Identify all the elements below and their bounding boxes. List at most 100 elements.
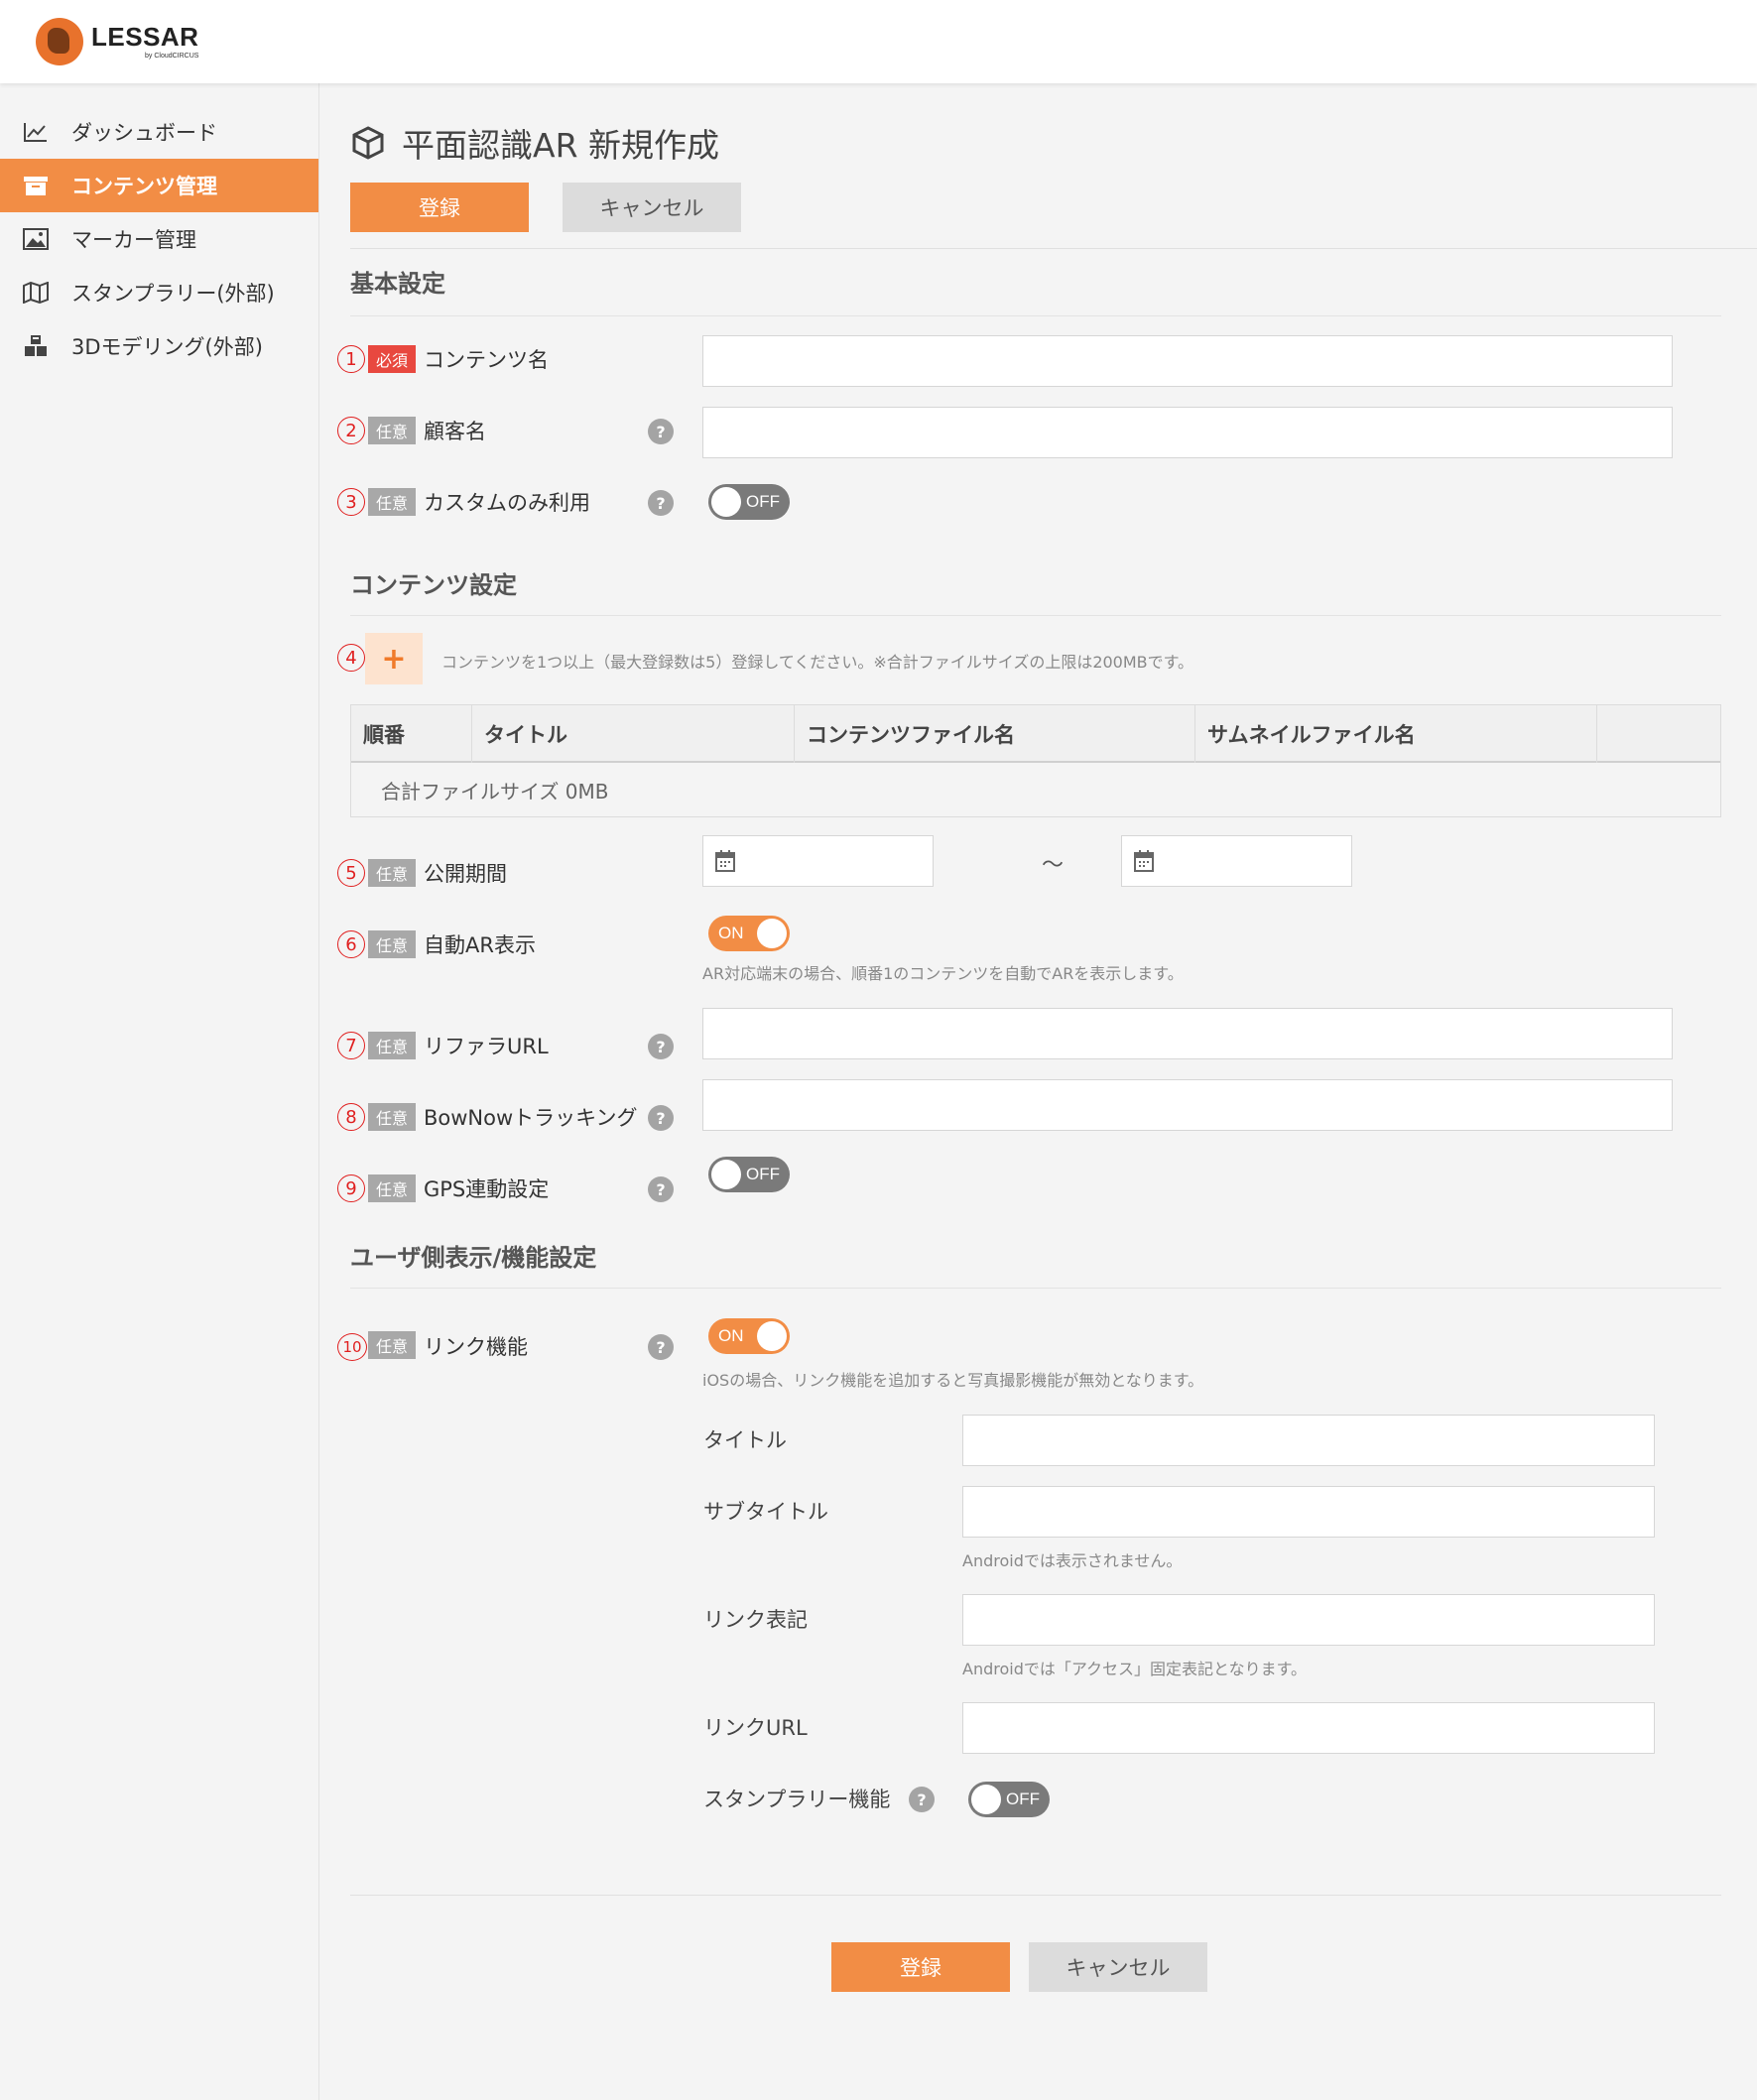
total-file-size: 合計ファイルサイズ 0MB — [381, 779, 609, 803]
archive-box-icon — [20, 172, 52, 199]
help-icon[interactable]: ? — [909, 1787, 935, 1812]
sidebar-item-label: 3Dモデリング(外部) — [71, 335, 263, 359]
custom-only-toggle[interactable]: OFF — [708, 484, 790, 520]
row-number-6: 6 — [337, 930, 365, 958]
sidebar-item-label: コンテンツ管理 — [71, 175, 217, 198]
publish-start-date-input[interactable] — [702, 835, 934, 887]
link-function-toggle[interactable]: ON — [708, 1318, 790, 1354]
auto-ar-label: 自動AR表示 — [424, 933, 536, 957]
cube-icon — [350, 125, 386, 161]
content-name-label: コンテンツ名 — [424, 348, 549, 372]
column-header-order: 順番 — [351, 705, 472, 763]
stamp-rally-toggle[interactable]: OFF — [968, 1782, 1050, 1817]
column-header-actions — [1597, 705, 1720, 763]
link-title-input[interactable] — [962, 1415, 1655, 1466]
brand-sub: by CloudCIRCUS — [145, 53, 199, 60]
app-header: LESSAR by CloudCIRCUS — [0, 0, 1757, 83]
toggle-state: OFF — [746, 492, 780, 511]
row-number-2: 2 — [337, 417, 365, 444]
lessar-logo[interactable]: LESSAR by CloudCIRCUS — [36, 18, 198, 65]
row-number-3: 3 — [337, 488, 365, 516]
bownow-tracking-input[interactable] — [702, 1079, 1673, 1131]
sidebar-item-dashboard[interactable]: ダッシュボード — [0, 105, 318, 159]
sidebar-item-label: マーカー管理 — [71, 228, 196, 252]
section-user-title: ユーザ側表示/機能設定 — [350, 1244, 597, 1272]
section-content-title: コンテンツ設定 — [350, 571, 517, 599]
link-url-input[interactable] — [962, 1702, 1655, 1754]
content-name-input[interactable] — [702, 335, 1673, 387]
gps-label: GPS連動設定 — [424, 1177, 550, 1201]
optional-tag: 任意 — [368, 859, 416, 887]
link-text-input[interactable] — [962, 1594, 1655, 1646]
add-content-hint: コンテンツを1つ以上（最大登録数は5）登録してください。※合計ファイルサイズの上… — [441, 653, 1194, 672]
optional-tag: 任意 — [368, 488, 416, 516]
calendar-icon — [1134, 850, 1154, 872]
divider — [350, 315, 1721, 316]
cancel-button-bottom[interactable]: キャンセル — [1029, 1942, 1207, 1992]
toggle-state: OFF — [1006, 1790, 1040, 1808]
help-icon[interactable]: ? — [648, 1105, 674, 1131]
divider — [350, 248, 1757, 249]
optional-tag: 任意 — [368, 417, 416, 444]
cubes-icon — [20, 332, 52, 360]
link-text-hint: Androidでは「アクセス」固定表記となります。 — [962, 1660, 1307, 1678]
sidebar-item-3d-modeling[interactable]: 3Dモデリング(外部) — [0, 319, 318, 373]
auto-ar-toggle[interactable]: ON — [708, 916, 790, 951]
optional-tag: 任意 — [368, 1331, 416, 1359]
divider — [350, 615, 1721, 616]
main-content: 平面認識AR 新規作成 登録 キャンセル 基本設定 1 必須 コンテンツ名 2 … — [320, 83, 1757, 2100]
bownow-label: BowNowトラッキング — [424, 1106, 638, 1130]
row-number-1: 1 — [337, 345, 365, 373]
customer-name-input[interactable] — [702, 407, 1673, 458]
help-icon[interactable]: ? — [648, 419, 674, 444]
add-content-button[interactable]: + — [365, 633, 423, 684]
row-number-7: 7 — [337, 1032, 365, 1059]
divider — [350, 1895, 1721, 1896]
referrer-url-label: リファラURL — [424, 1035, 549, 1058]
optional-tag: 任意 — [368, 1174, 416, 1202]
sidebar: ダッシュボード コンテンツ管理 マーカー管理 スタンプラリー(外部) 3Dモデリ… — [0, 83, 319, 2100]
register-button-top[interactable]: 登録 — [350, 183, 529, 232]
cancel-button-top[interactable]: キャンセル — [563, 183, 741, 232]
register-button-bottom[interactable]: 登録 — [831, 1942, 1010, 1992]
calendar-icon — [715, 850, 735, 872]
link-text-label: リンク表記 — [703, 1608, 808, 1632]
toggle-state: ON — [718, 924, 744, 942]
link-function-label: リンク機能 — [424, 1335, 528, 1359]
map-icon — [20, 279, 52, 307]
row-number-10: 10 — [337, 1333, 367, 1361]
custom-only-label: カスタムのみ利用 — [424, 491, 590, 515]
row-number-8: 8 — [337, 1103, 365, 1131]
help-icon[interactable]: ? — [648, 490, 674, 516]
referrer-url-input[interactable] — [702, 1008, 1673, 1059]
toggle-state: ON — [718, 1326, 744, 1345]
link-subtitle-input[interactable] — [962, 1486, 1655, 1538]
row-number-5: 5 — [337, 859, 365, 887]
sidebar-item-label: スタンプラリー(外部) — [71, 282, 275, 306]
page-title-text: 平面認識AR 新規作成 — [402, 126, 719, 165]
period-separator: ～ — [1042, 853, 1065, 878]
column-header-thumbnail-file: サムネイルファイル名 — [1195, 705, 1597, 763]
chart-line-icon — [20, 118, 52, 146]
sidebar-item-markers[interactable]: マーカー管理 — [0, 212, 318, 266]
link-subtitle-hint: Androidでは表示されません。 — [962, 1551, 1183, 1570]
link-title-label: タイトル — [703, 1428, 787, 1452]
sidebar-item-label: ダッシュボード — [71, 121, 217, 145]
gps-toggle[interactable]: OFF — [708, 1157, 790, 1192]
sidebar-item-contents[interactable]: コンテンツ管理 — [0, 159, 318, 212]
help-icon[interactable]: ? — [648, 1034, 674, 1059]
help-icon[interactable]: ? — [648, 1334, 674, 1360]
content-table: 順番 タイトル コンテンツファイル名 サムネイルファイル名 合計ファイルサイズ … — [350, 704, 1721, 817]
link-function-hint: iOSの場合、リンク機能を追加すると写真撮影機能が無効となります。 — [702, 1371, 1204, 1390]
section-basic-title: 基本設定 — [350, 270, 445, 298]
link-url-label: リンクURL — [703, 1716, 808, 1740]
sidebar-item-stamp-rally[interactable]: スタンプラリー(外部) — [0, 266, 318, 319]
toggle-state: OFF — [746, 1165, 780, 1183]
row-number-9: 9 — [337, 1174, 365, 1202]
lessar-logo-mark — [36, 18, 83, 65]
help-icon[interactable]: ? — [648, 1176, 674, 1202]
table-header: 順番 タイトル コンテンツファイル名 サムネイルファイル名 — [351, 705, 1720, 763]
publish-end-date-input[interactable] — [1121, 835, 1352, 887]
brand-name: LESSAR — [91, 22, 199, 52]
stamp-rally-label: スタンプラリー機能 — [703, 1788, 891, 1811]
